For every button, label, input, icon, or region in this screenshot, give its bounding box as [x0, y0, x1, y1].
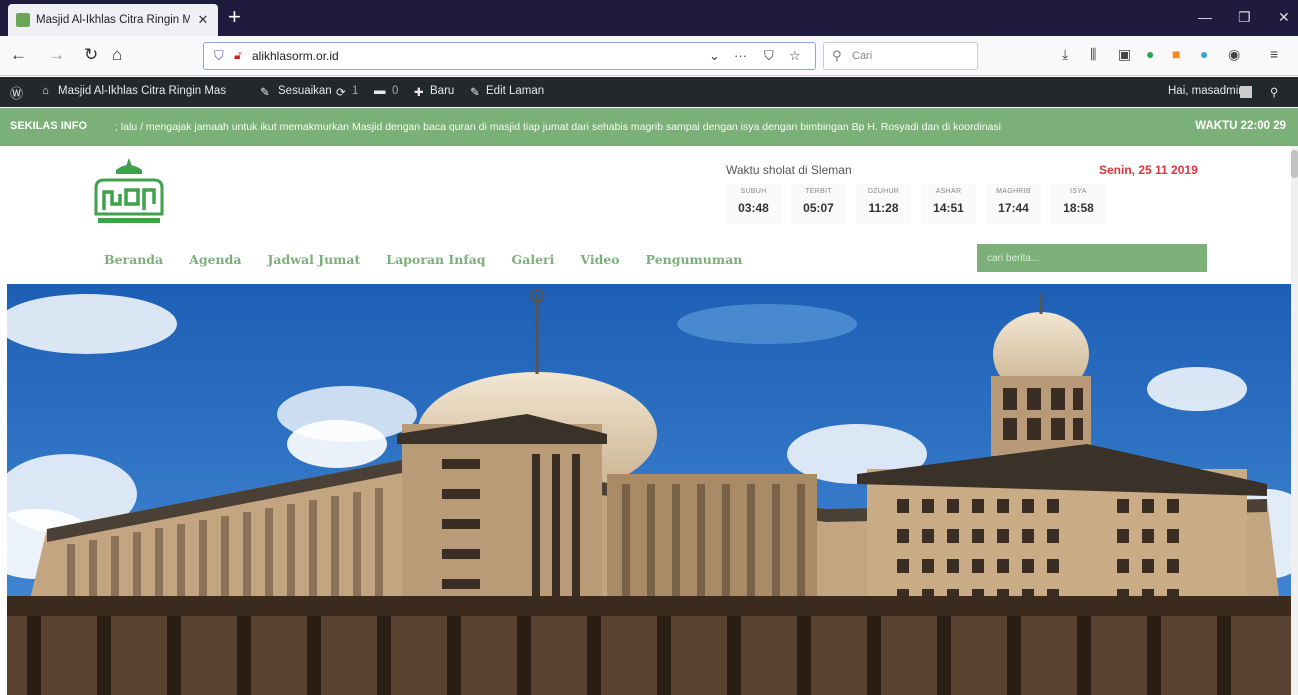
news-ticker: SEKILAS INFO ; lalu / mengajak jamaah un…: [0, 108, 1298, 146]
comments-count[interactable]: 0: [392, 85, 398, 97]
prayer-name: SUBUH: [740, 188, 767, 195]
new-tab-button[interactable]: +: [228, 6, 241, 28]
plus-icon: ✚: [414, 87, 424, 99]
extension-icon[interactable]: ●: [1200, 46, 1208, 62]
menu-item-video[interactable]: Video: [580, 252, 619, 267]
brush-icon: ✎: [260, 87, 270, 99]
page-scrollbar[interactable]: [1291, 146, 1298, 695]
pencil-icon: ✎: [470, 87, 480, 99]
insecure-lock-icon[interactable]: 🔓︎: [234, 48, 242, 63]
account-icon[interactable]: ◉: [1228, 46, 1240, 63]
prayer-cell-subuh: SUBUH 03:48: [726, 184, 781, 224]
prayer-time: 11:28: [868, 201, 899, 215]
prayer-cell-terbit: TERBIT 05:07: [791, 184, 846, 224]
prayer-time: 05:07: [803, 201, 834, 215]
main-menu: Beranda Agenda Jadwal Jumat Laporan Infa…: [104, 252, 768, 267]
ticker-clock: WAKTU 22:00 29: [1195, 120, 1286, 132]
prayer-cell-isya: ISYA 18:58: [1051, 184, 1106, 224]
site-logo[interactable]: [86, 154, 172, 230]
customize-link[interactable]: Sesuaikan: [278, 85, 332, 97]
edit-page-link[interactable]: Edit Laman: [486, 85, 544, 97]
search-placeholder: Cari: [852, 50, 873, 62]
reload-icon[interactable]: ↻: [84, 46, 98, 64]
extension-icon[interactable]: ●: [1146, 46, 1154, 62]
download-icon[interactable]: ⤓: [1062, 46, 1068, 63]
search-icon: ⚲: [832, 48, 842, 63]
ticker-text[interactable]: ; lalu / mengajak jamaah untuk ikut mema…: [115, 121, 1001, 133]
site-header: Waktu sholat di Sleman Senin, 25 11 2019…: [0, 146, 1298, 284]
wp-admin-bar: Ⓦ ⌂ Masjid Al-Ikhlas Citra Ringin Mas ✎ …: [0, 77, 1298, 107]
prayer-name: MAGHRIB: [996, 188, 1031, 195]
url-bar[interactable]: ⛉ 🔓︎ alikhlasorm.or.id ⌄ ··· ⛉ ☆: [203, 42, 816, 70]
comments-icon[interactable]: ▬: [374, 85, 386, 97]
scrollbar-thumb[interactable]: [1291, 150, 1298, 178]
prayer-time: 17:44: [998, 201, 1029, 215]
menu-item-laporan-infaq[interactable]: Laporan Infaq: [386, 252, 485, 267]
mosque-favicon-icon: [16, 13, 30, 27]
url-text[interactable]: alikhlasorm.or.id: [252, 49, 339, 63]
prayer-date: Senin, 25 11 2019: [1099, 163, 1198, 177]
ticker-label: SEKILAS INFO: [10, 120, 88, 132]
close-tab-icon[interactable]: ✕: [196, 12, 210, 28]
site-name-link[interactable]: Masjid Al-Ikhlas Citra Ringin Mas: [58, 85, 226, 97]
browser-tab[interactable]: Masjid Al-Ikhlas Citra Ringin M ✕: [8, 4, 218, 36]
menu-item-agenda[interactable]: Agenda: [189, 252, 241, 267]
wordpress-logo-icon[interactable]: Ⓦ: [10, 83, 23, 102]
browser-titlebar: Masjid Al-Ikhlas Citra Ringin M ✕ + — ❐ …: [0, 0, 1298, 36]
forward-icon[interactable]: →: [48, 46, 65, 64]
new-content-link[interactable]: Baru: [430, 85, 454, 97]
prayer-cell-maghrib: MAGHRIB 17:44: [986, 184, 1041, 224]
prayer-cell-ashar: ASHAR 14:51: [921, 184, 976, 224]
library-icon[interactable]: ⫼: [1090, 46, 1096, 63]
tracking-shield-icon[interactable]: ⛉: [214, 48, 224, 64]
prayer-time: 03:48: [738, 201, 769, 215]
prayer-name: TERBIT: [805, 188, 832, 195]
home-site-icon[interactable]: ⌂: [42, 85, 49, 97]
pocket-icon[interactable]: ⛉: [764, 48, 774, 64]
mosque-photo: [7, 284, 1291, 695]
avatar[interactable]: [1240, 86, 1252, 98]
prayer-times-table: SUBUH 03:48 TERBIT 05:07 DZUHUR 11:28 AS…: [726, 184, 1112, 224]
updates-icon[interactable]: ⟳: [336, 85, 346, 99]
prayer-time: 14:51: [933, 201, 964, 215]
bookmark-star-icon[interactable]: ☆: [789, 48, 801, 64]
prayer-cell-dzuhur: DZUHUR 11:28: [856, 184, 911, 224]
user-greeting[interactable]: Hai, masadmin: [1168, 85, 1245, 97]
sidebar-icon[interactable]: ▣: [1118, 46, 1131, 63]
site-search-input[interactable]: [977, 244, 1207, 272]
hero-banner-image: [7, 284, 1291, 695]
prayer-name: DZUHUR: [867, 188, 900, 195]
updates-count[interactable]: 1: [352, 85, 358, 97]
more-actions-icon[interactable]: ···: [734, 48, 747, 63]
close-window-icon[interactable]: ✕: [1278, 9, 1290, 26]
prayer-time: 18:58: [1063, 201, 1094, 215]
search-icon[interactable]: ⚲: [1270, 85, 1278, 99]
restore-icon[interactable]: ❐: [1238, 9, 1251, 26]
menu-item-jadwal-jumat[interactable]: Jadwal Jumat: [267, 252, 360, 267]
home-icon[interactable]: ⌂: [112, 46, 122, 64]
prayer-name: ISYA: [1070, 188, 1087, 195]
tab-title: Masjid Al-Ikhlas Citra Ringin M: [36, 14, 190, 26]
prayer-name: ASHAR: [935, 188, 962, 195]
menu-item-pengumuman[interactable]: Pengumuman: [646, 252, 743, 267]
menu-item-beranda[interactable]: Beranda: [104, 252, 163, 267]
extension-icon[interactable]: ■: [1172, 46, 1180, 62]
browser-search-box[interactable]: ⚲ Cari: [823, 42, 978, 70]
dropdown-icon[interactable]: ⌄: [709, 48, 720, 64]
menu-icon[interactable]: ≡: [1270, 46, 1278, 62]
menu-item-galeri[interactable]: Galeri: [512, 252, 555, 267]
back-icon[interactable]: ←: [10, 46, 27, 64]
minimize-icon[interactable]: —: [1198, 9, 1212, 25]
prayer-times-title: Waktu sholat di Sleman: [726, 163, 852, 177]
browser-navbar: ← → ↻ ⌂ ⛉ 🔓︎ alikhlasorm.or.id ⌄ ··· ⛉ ☆…: [0, 36, 1298, 76]
